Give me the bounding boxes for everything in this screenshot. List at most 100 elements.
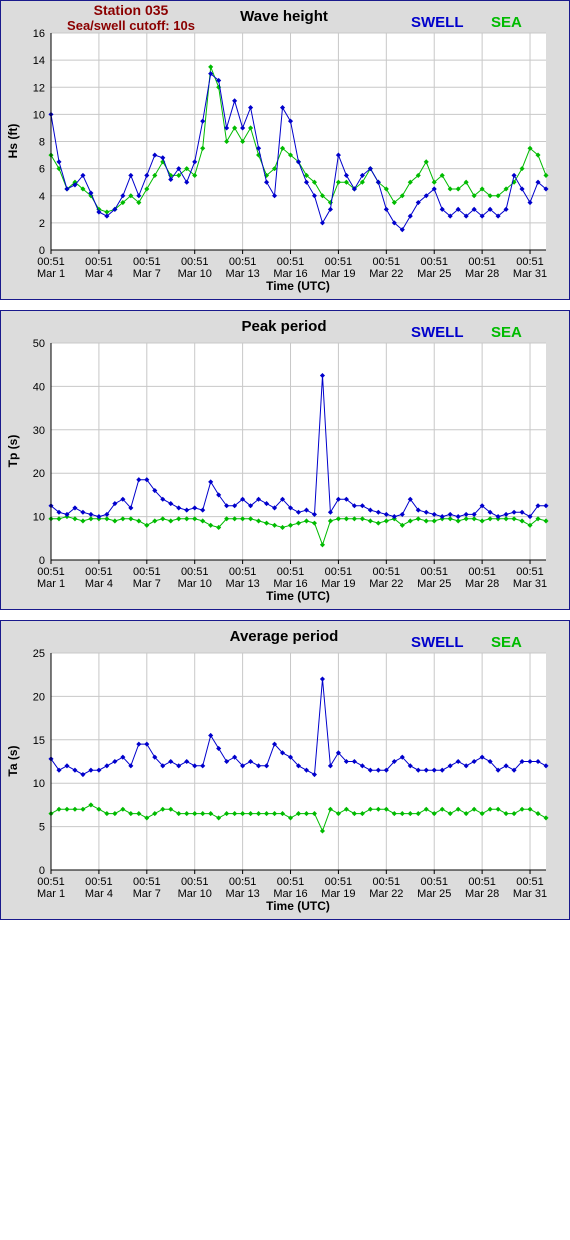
y-tick-label: 8 <box>39 137 45 149</box>
x-tick-date: Mar 28 <box>465 888 499 900</box>
y-tick-label: 4 <box>39 191 45 203</box>
y-tick-label: 14 <box>33 55 45 67</box>
x-tick-date: Mar 25 <box>417 888 451 900</box>
x-tick-date: Mar 4 <box>85 268 113 280</box>
y-axis-label: Hs (ft) <box>6 124 20 159</box>
x-tick-date: Mar 1 <box>37 268 65 280</box>
x-tick-date: Mar 7 <box>133 888 161 900</box>
x-tick-date: Mar 31 <box>513 268 547 280</box>
y-tick-label: 20 <box>33 691 45 703</box>
x-tick-time: 00:51 <box>516 876 544 888</box>
x-tick-date: Mar 4 <box>85 578 113 590</box>
wave-height-panel: 0 2 4 6 8 10 12 14 16 00:51 Mar 1 00:51 Mar 4 00:51 Ma… <box>0 0 570 300</box>
x-tick-time: 00:51 <box>85 876 113 888</box>
chart-title: Average period <box>230 628 339 645</box>
x-tick-time: 00:51 <box>325 876 353 888</box>
legend-sea: SEA <box>491 324 522 341</box>
y-tick-label: 10 <box>33 778 45 790</box>
x-tick-time: 00:51 <box>37 566 65 578</box>
x-tick-date: Mar 22 <box>369 268 403 280</box>
y-tick-label: 16 <box>33 28 45 40</box>
x-tick-date: Mar 10 <box>178 268 212 280</box>
x-tick-time: 00:51 <box>229 566 257 578</box>
x-tick-date: Mar 4 <box>85 888 113 900</box>
y-tick-label: 12 <box>33 82 45 94</box>
x-tick-date: Mar 13 <box>225 888 259 900</box>
y-tick-label: 15 <box>33 735 45 747</box>
y-axis-label: Ta (s) <box>6 745 20 776</box>
x-tick-date: Mar 28 <box>465 268 499 280</box>
x-tick-time: 00:51 <box>85 256 113 268</box>
grid <box>50 32 546 251</box>
x-tick-date: Mar 31 <box>513 888 547 900</box>
x-axis-label: Time (UTC) <box>266 589 330 603</box>
x-tick-time: 00:51 <box>229 876 257 888</box>
x-axis-label: Time (UTC) <box>266 279 330 293</box>
y-tick-label: 5 <box>39 822 45 834</box>
x-tick-time: 00:51 <box>277 876 305 888</box>
x-tick-time: 00:51 <box>181 256 209 268</box>
x-tick-time: 00:51 <box>516 256 544 268</box>
plot-area <box>51 343 546 560</box>
peak-period-panel: 0 10 20 30 40 50 00:51 Mar 1 00:51 Mar 4 00:51 Mar … <box>0 310 570 610</box>
x-tick-date: Mar 13 <box>225 578 259 590</box>
x-tick-date: Mar 10 <box>178 578 212 590</box>
average-period-chart: 051015202500:51Mar 100:51Mar 400:51Mar 7… <box>6 628 549 913</box>
x-tick-time: 00:51 <box>277 566 305 578</box>
x-tick-time: 00:51 <box>468 256 496 268</box>
x-tick-time: 00:51 <box>420 876 448 888</box>
wave-height-chart: 024681012141600:51Mar 100:51Mar 400:51Ma… <box>6 2 549 293</box>
y-tick-label: 50 <box>33 338 45 350</box>
legend-swell: SWELL <box>411 14 464 31</box>
legend-sea: SEA <box>491 14 522 31</box>
chart-title: Peak period <box>241 318 326 335</box>
y-tick-label: 10 <box>33 109 45 121</box>
x-tick-date: Mar 25 <box>417 578 451 590</box>
y-tick-label: 6 <box>39 164 45 176</box>
grid <box>50 342 546 561</box>
x-tick-time: 00:51 <box>229 256 257 268</box>
average-period-panel: 0 5 10 15 20 25 00:51 Mar 1 00:51 Mar 4 00:51 Mar 7… <box>0 620 570 920</box>
x-tick-time: 00:51 <box>325 566 353 578</box>
x-tick-date: Mar 13 <box>225 268 259 280</box>
y-tick-label: 25 <box>33 648 45 660</box>
x-tick-time: 00:51 <box>85 566 113 578</box>
chart-title: Wave height <box>240 8 328 25</box>
x-tick-time: 00:51 <box>181 876 209 888</box>
x-tick-date: Mar 25 <box>417 268 451 280</box>
x-tick-time: 00:51 <box>516 566 544 578</box>
x-tick-date: Mar 1 <box>37 578 65 590</box>
x-tick-time: 00:51 <box>133 256 161 268</box>
x-tick-time: 00:51 <box>373 256 401 268</box>
x-tick-time: 00:51 <box>468 876 496 888</box>
y-axis-label: Tp (s) <box>6 435 20 468</box>
x-tick-time: 00:51 <box>373 876 401 888</box>
x-tick-date: Mar 7 <box>133 268 161 280</box>
y-tick-label: 40 <box>33 381 45 393</box>
x-tick-time: 00:51 <box>133 876 161 888</box>
x-tick-time: 00:51 <box>37 256 65 268</box>
y-tick-label: 30 <box>33 425 45 437</box>
y-tick-label: 10 <box>33 512 45 524</box>
x-tick-time: 00:51 <box>37 876 65 888</box>
x-tick-date: Mar 28 <box>465 578 499 590</box>
legend-swell: SWELL <box>411 324 464 341</box>
x-tick-time: 00:51 <box>468 566 496 578</box>
x-tick-date: Mar 22 <box>369 578 403 590</box>
x-tick-time: 00:51 <box>373 566 401 578</box>
legend-sea: SEA <box>491 634 522 651</box>
x-tick-time: 00:51 <box>277 256 305 268</box>
y-tick-label: 2 <box>39 218 45 230</box>
x-tick-time: 00:51 <box>325 256 353 268</box>
legend-swell: SWELL <box>411 634 464 651</box>
cutoff-note: Sea/swell cutoff: 10s <box>67 18 195 33</box>
x-tick-date: Mar 22 <box>369 888 403 900</box>
x-axis-label: Time (UTC) <box>266 899 330 913</box>
station-name: Station 035 <box>94 2 169 18</box>
x-tick-time: 00:51 <box>420 256 448 268</box>
y-tick-label: 20 <box>33 468 45 480</box>
x-tick-time: 00:51 <box>181 566 209 578</box>
x-tick-date: Mar 1 <box>37 888 65 900</box>
x-tick-time: 00:51 <box>420 566 448 578</box>
x-tick-date: Mar 10 <box>178 888 212 900</box>
